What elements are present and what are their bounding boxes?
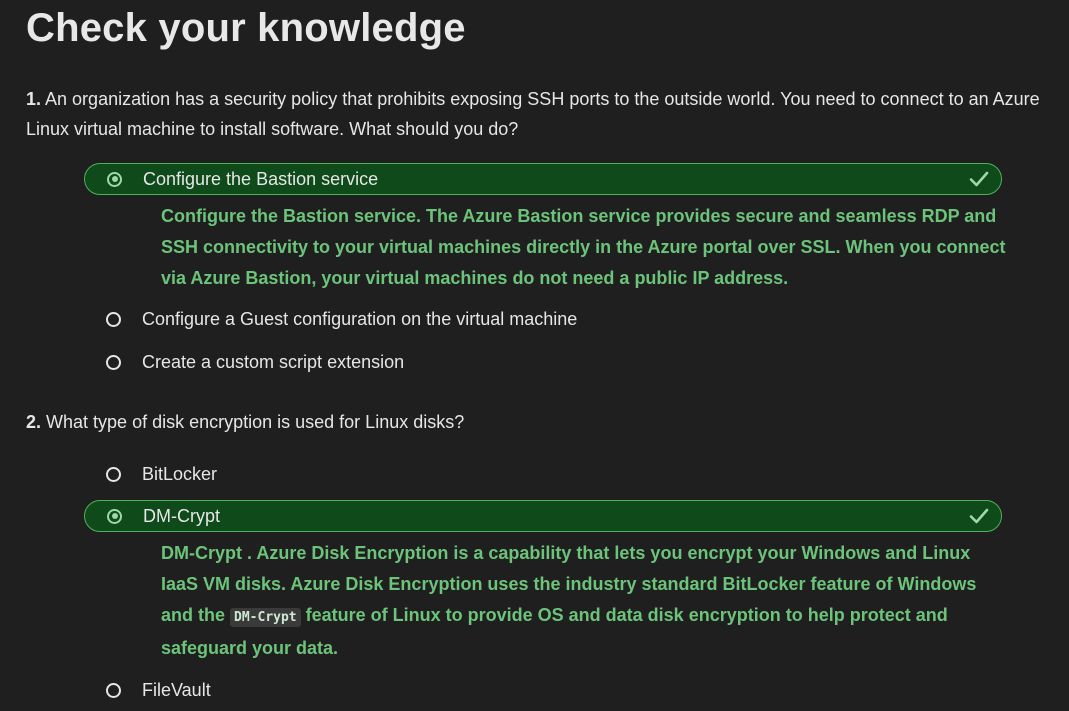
question-1: 1. An organization has a security policy… [26,84,1061,144]
option-label: Configure the Bastion service [143,168,379,189]
option-dm-crypt[interactable]: DM-Crypt [84,500,1002,532]
option-label: BitLocker [142,463,218,484]
question-text: What type of disk encryption is used for… [46,412,465,432]
option-configure-bastion[interactable]: Configure the Bastion service [84,163,1002,195]
question-number: 1. [26,89,42,109]
page: Check your knowledge 1. An organization … [0,0,1069,711]
page-title: Check your knowledge [26,6,466,50]
option-label: Create a custom script extension [142,351,405,372]
option-label: Configure a Guest configuration on the v… [142,308,578,329]
radio-selected[interactable] [107,508,122,524]
question-number: 2. [26,412,42,432]
check-icon [969,508,989,524]
explanation-2: DM-Crypt . Azure Disk Encryption is a ca… [161,538,991,664]
inline-code: DM-Crypt [230,608,301,627]
radio-unselected[interactable] [106,354,121,370]
option-custom-script-extension[interactable]: Create a custom script extension [84,346,1002,378]
option-filevault[interactable]: FileVault [84,674,1002,706]
question-2: 2. What type of disk encryption is used … [26,407,1061,437]
explanation-1: Configure the Bastion service. The Azure… [161,206,1006,288]
radio-selected[interactable] [107,171,122,187]
radio-unselected[interactable] [106,311,121,327]
option-label: DM-Crypt [143,505,220,526]
option-label: FileVault [142,679,211,700]
option-guest-configuration[interactable]: Configure a Guest configuration on the v… [84,303,1002,335]
question-text: An organization has a security policy th… [26,89,1040,139]
radio-unselected[interactable] [106,466,121,482]
option-bitlocker[interactable]: BitLocker [84,458,1002,490]
check-icon [969,171,989,187]
radio-unselected[interactable] [106,682,121,698]
